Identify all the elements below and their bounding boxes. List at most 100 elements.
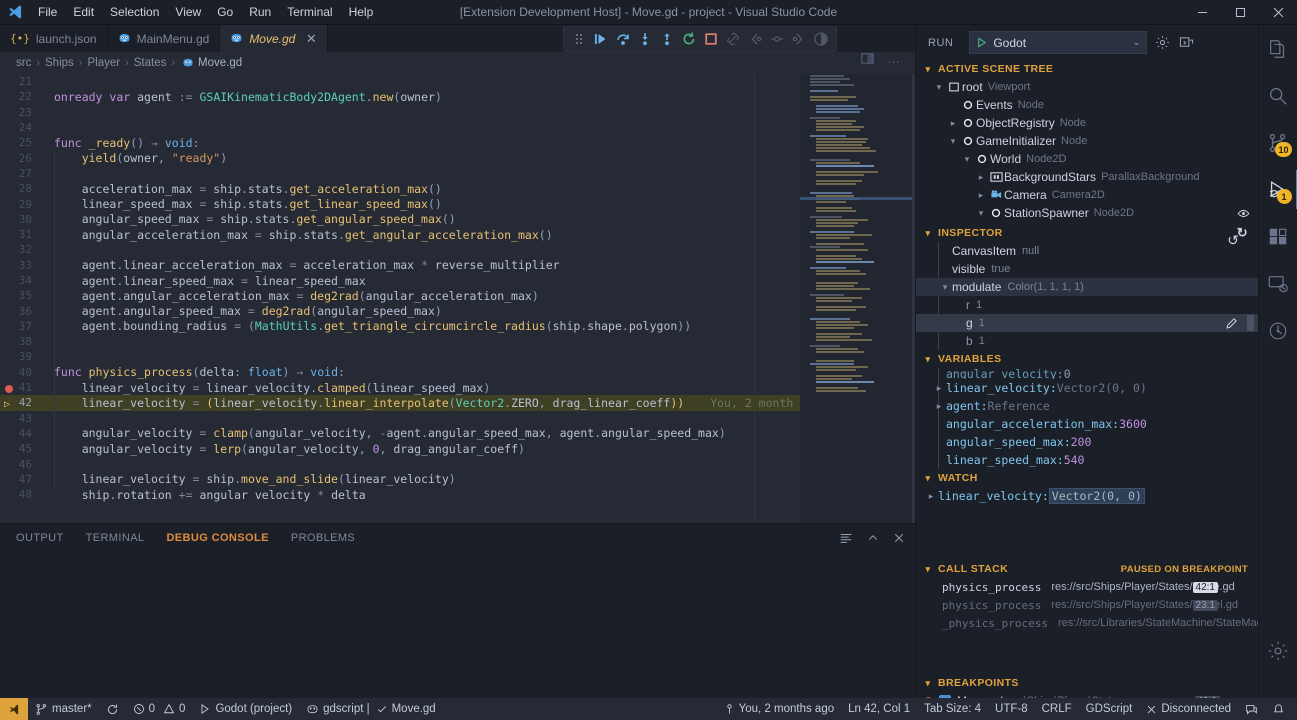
step-out-button[interactable] [656, 28, 678, 50]
chevron-down-icon[interactable]: ▾ [922, 678, 934, 689]
run-configuration-select[interactable]: Godot ⌄ [969, 31, 1147, 54]
inspector-list[interactable]: CanvasItemnullvisibletrue▾modulateColor(… [916, 242, 1258, 350]
code-text[interactable]: func _ready() → void: [44, 136, 200, 150]
chevron-right-icon[interactable]: ▸ [974, 172, 988, 183]
variables-list[interactable]: angular_velocity: 0▸linear_velocity: Vec… [916, 368, 1258, 469]
code-line[interactable]: 26 yield(owner, "ready") [0, 150, 915, 165]
code-line[interactable]: 21 [0, 74, 915, 89]
close-panel-icon[interactable] [893, 532, 905, 544]
section-header-watch[interactable]: ▾ WATCH [916, 469, 1258, 487]
section-header-inspector[interactable]: ▾ INSPECTOR ↻ [916, 224, 1258, 242]
section-header-variables[interactable]: ▾ VARIABLES [916, 350, 1258, 368]
menu-run[interactable]: Run [241, 0, 279, 25]
inspector-scrollbar-thumb[interactable] [1247, 315, 1254, 331]
code-line[interactable]: 43 [0, 411, 915, 426]
section-header-call-stack[interactable]: ▾ CALL STACK PAUSED ON BREAKPOINT [916, 560, 1258, 578]
chevron-down-icon[interactable]: ▾ [922, 473, 934, 484]
code-line-list[interactable]: 2122onready var agent := GSAIKinematicBo… [0, 74, 915, 502]
chevron-down-icon[interactable]: ▾ [922, 354, 934, 365]
status-sync[interactable] [99, 698, 126, 720]
scene-tree-node-events[interactable]: EventsNode [916, 96, 1258, 114]
menu-selection[interactable]: Selection [102, 0, 167, 25]
code-text[interactable]: ship.rotation += angular velocity * delt… [44, 488, 366, 502]
inspector-row-modulate[interactable]: ▾modulateColor(1, 1, 1, 1) [916, 278, 1258, 296]
status-eol[interactable]: CRLF [1035, 698, 1079, 720]
code-line[interactable]: 48 ship.rotation += angular velocity * d… [0, 487, 915, 502]
code-text[interactable]: agent.bounding_radius = (MathUtils.get_t… [44, 319, 691, 333]
code-text[interactable]: angular_velocity = clamp(angular_velocit… [44, 426, 726, 440]
menu-go[interactable]: Go [209, 0, 241, 25]
code-line[interactable]: 28 acceleration_max = ship.stats.get_acc… [0, 181, 915, 196]
activitybar-explorer[interactable] [1259, 25, 1297, 72]
code-line[interactable]: 25func _ready() → void: [0, 135, 915, 150]
breakpoint-dot-icon[interactable] [5, 385, 13, 393]
code-text[interactable]: linear_velocity = linear_velocity.clampe… [44, 381, 490, 395]
status-feedback[interactable] [1238, 698, 1265, 720]
code-line[interactable]: 39 [0, 349, 915, 364]
continue-button[interactable] [590, 28, 612, 50]
section-header-scene-tree[interactable]: ▾ ACTIVE SCENE TREE [916, 60, 1258, 78]
sidebar-header-actions[interactable] [1155, 35, 1194, 50]
activitybar-search[interactable] [1259, 72, 1297, 119]
status-branch[interactable]: master* [28, 698, 99, 720]
watch-list[interactable]: ▸linear_velocity: Vector2(0, 0) [916, 487, 1258, 505]
variable-row-angular_velocity[interactable]: angular_velocity: 0 [916, 368, 1258, 379]
status-tab-size[interactable]: Tab Size: 4 [917, 698, 988, 720]
inspector-row-g[interactable]: g1 [916, 314, 1258, 332]
breadcrumb[interactable]: src › Ships › Player › States › Move.gd [0, 52, 915, 74]
debug-console-body[interactable] [0, 551, 915, 720]
panel-tab-debug-console[interactable]: DEBUG CONSOLE [166, 532, 268, 544]
variable-row-angular_speed_max[interactable]: angular_speed_max: 200 [916, 433, 1258, 451]
call-stack-frame[interactable]: physics_processres://src/Ships/Player/St… [916, 578, 1258, 596]
code-text[interactable]: agent.linear_speed_max = linear_speed_ma… [44, 274, 366, 288]
call-stack-list[interactable]: physics_processres://src/Ships/Player/St… [916, 578, 1258, 632]
code-text[interactable]: angular_speed_max = ship.stats.get_angul… [44, 212, 456, 226]
code-text[interactable]: yield(owner, "ready") [44, 151, 227, 165]
step-into-button[interactable] [634, 28, 656, 50]
code-text[interactable]: agent.linear_acceleration_max = accelera… [44, 258, 560, 272]
code-line[interactable]: 45 angular_velocity = lerp(angular_veloc… [0, 441, 915, 456]
panel-tab-problems[interactable]: PROBLEMS [291, 532, 355, 544]
variable-row-angular_acceleration_max[interactable]: angular_acceleration_max: 3600 [916, 415, 1258, 433]
window-controls[interactable] [1183, 0, 1297, 25]
scene-tree-node-world[interactable]: ▾WorldNode2D [916, 150, 1258, 168]
code-line[interactable]: 34 agent.linear_speed_max = linear_speed… [0, 273, 915, 288]
chevron-down-icon[interactable]: ▾ [922, 228, 934, 239]
open-debug-console-icon[interactable] [1179, 35, 1194, 50]
code-line[interactable]: 27 [0, 166, 915, 181]
clear-console-icon[interactable] [839, 531, 853, 545]
drag-handle-icon[interactable] [568, 28, 590, 50]
inspector-row-b[interactable]: b1 [916, 332, 1258, 350]
code-text[interactable]: func physics_process(delta: float) → voi… [44, 365, 345, 379]
activitybar-remote-explorer[interactable] [1259, 260, 1297, 307]
more-actions-icon[interactable]: … [887, 51, 901, 66]
code-line[interactable]: 38 [0, 334, 915, 349]
code-line[interactable]: 40func physics_process(delta: float) → v… [0, 365, 915, 380]
split-editor-icon[interactable] [860, 51, 875, 66]
menu-help[interactable]: Help [341, 0, 382, 25]
code-line[interactable]: 22onready var agent := GSAIKinematicBody… [0, 89, 915, 104]
activitybar-extensions[interactable] [1259, 213, 1297, 260]
call-stack-frame[interactable]: physics_processres://src/Ships/Player/St… [916, 596, 1258, 614]
code-text[interactable]: linear_velocity = (linear_velocity.linea… [44, 396, 793, 410]
watch-row-linear_velocity[interactable]: ▸linear_velocity: Vector2(0, 0) [916, 487, 1258, 505]
step-over-button[interactable] [612, 28, 634, 50]
gear-icon[interactable] [1155, 35, 1170, 50]
visibility-eye-icon[interactable] [1237, 207, 1250, 220]
code-text[interactable]: linear_speed_max = ship.stats.get_linear… [44, 197, 442, 211]
variable-row-linear_speed_max[interactable]: linear_speed_max: 540 [916, 451, 1258, 469]
inspector-row-r[interactable]: r1 [916, 296, 1258, 314]
chevron-right-icon[interactable]: ▸ [946, 118, 960, 129]
tab-move-gd[interactable]: Move.gd ✕ [220, 25, 328, 52]
code-text[interactable]: angular_acceleration_max = ship.stats.ge… [44, 228, 553, 242]
code-line[interactable]: 24 [0, 120, 915, 135]
breadcrumb-move-gd[interactable]: Move.gd [198, 57, 242, 69]
minimap[interactable] [800, 74, 915, 525]
code-text[interactable]: agent.angular_speed_max = deg2rad(angula… [44, 304, 442, 318]
scene-tree-node-gameinitializer[interactable]: ▾GameInitializerNode [916, 132, 1258, 150]
activitybar-manage-gear[interactable] [1259, 627, 1297, 674]
menu-file[interactable]: File [30, 0, 65, 25]
code-text[interactable]: acceleration_max = ship.stats.get_accele… [44, 182, 442, 196]
scene-tree-list[interactable]: ▾rootViewportEventsNode▸ObjectRegistryNo… [916, 78, 1258, 222]
editor-actions[interactable]: … [860, 51, 901, 66]
